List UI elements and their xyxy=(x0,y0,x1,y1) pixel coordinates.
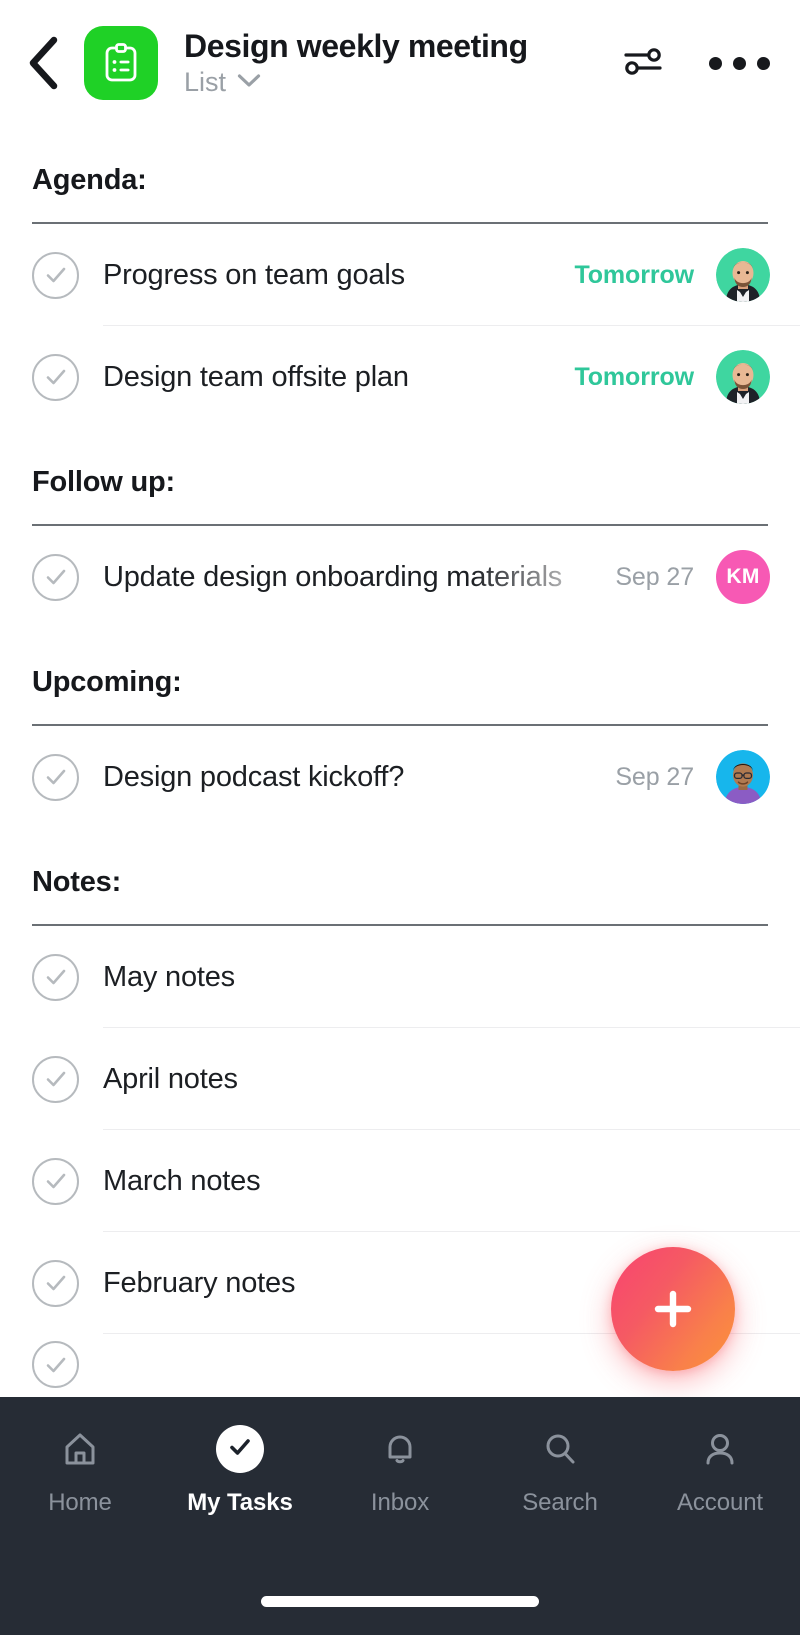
task-due-date: Sep 27 xyxy=(615,762,694,791)
task-due-date: Tomorrow xyxy=(574,260,694,289)
avatar[interactable] xyxy=(716,750,770,804)
task-title: April notes xyxy=(103,1062,238,1095)
task-checkbox[interactable] xyxy=(32,1341,79,1388)
chevron-left-icon xyxy=(26,35,60,91)
check-circle-icon xyxy=(43,262,69,288)
task-title: May notes xyxy=(103,960,235,993)
task-due-date: Sep 27 xyxy=(615,562,694,591)
task-title: Update design onboarding materials xyxy=(103,560,563,593)
table-row[interactable]: Design team offsite plan Tomorrow xyxy=(0,326,800,428)
header-title-block: Design weekly meeting List xyxy=(184,28,607,97)
task-checkbox[interactable] xyxy=(32,251,79,299)
nav-label-search: Search xyxy=(522,1489,598,1516)
clipboard-list-icon xyxy=(99,41,143,85)
nav-item-inbox[interactable]: Inbox xyxy=(323,1423,477,1517)
person-icon xyxy=(697,1423,743,1475)
task-checkbox[interactable] xyxy=(32,1157,79,1205)
task-checkbox[interactable] xyxy=(32,953,79,1001)
task-checkbox[interactable] xyxy=(32,553,79,601)
table-row[interactable]: March notes xyxy=(0,1130,800,1232)
nav-label-inbox: Inbox xyxy=(370,1489,430,1516)
check-circle-icon xyxy=(43,1168,69,1194)
section-heading-agenda: Agenda: xyxy=(32,164,147,196)
section-heading-notes: Notes: xyxy=(32,866,122,898)
nav-item-home[interactable]: Home xyxy=(3,1423,157,1517)
bottom-navigation: Home My Tasks Inbox Search Account xyxy=(0,1397,800,1635)
header-actions xyxy=(621,39,770,88)
check-circle-icon xyxy=(43,364,69,390)
task-checkbox[interactable] xyxy=(32,1259,79,1307)
table-row[interactable]: Update design onboarding materials Sep 2… xyxy=(0,526,800,628)
app-header: Design weekly meeting List xyxy=(0,0,800,126)
nav-item-search[interactable]: Search xyxy=(483,1423,637,1517)
home-icon xyxy=(57,1423,103,1475)
check-circle-icon xyxy=(43,1270,69,1296)
nav-label-my-tasks: My Tasks xyxy=(187,1489,293,1516)
check-circle-icon xyxy=(43,564,69,590)
task-checkbox[interactable] xyxy=(32,1055,79,1103)
table-row[interactable]: Design podcast kickoff? Sep 27 xyxy=(0,726,800,828)
add-task-fab[interactable] xyxy=(611,1247,735,1371)
nav-label-account: Account xyxy=(676,1489,764,1516)
task-title: Design team offsite plan xyxy=(103,360,409,393)
section-heading-upcoming: Upcoming: xyxy=(32,666,182,698)
nav-item-my-tasks[interactable]: My Tasks xyxy=(163,1423,317,1517)
view-label: List xyxy=(184,67,227,98)
task-due-date: Tomorrow xyxy=(574,362,694,391)
task-title: March notes xyxy=(103,1164,261,1197)
table-row[interactable]: Progress on team goals Tomorrow xyxy=(0,224,800,326)
bell-icon xyxy=(377,1423,423,1475)
nav-label-home: Home xyxy=(48,1489,112,1516)
avatar-initials: KM xyxy=(726,565,760,588)
plus-icon xyxy=(646,1282,700,1336)
task-checkbox[interactable] xyxy=(32,353,79,401)
table-row[interactable]: April notes xyxy=(0,1028,800,1130)
avatar[interactable] xyxy=(716,248,770,302)
more-options-button[interactable] xyxy=(709,56,770,70)
avatar[interactable] xyxy=(716,350,770,404)
page-title: Design weekly meeting xyxy=(184,28,528,65)
active-tab-badge xyxy=(216,1425,264,1473)
project-icon[interactable] xyxy=(84,26,158,100)
chevron-down-icon xyxy=(237,73,261,93)
check-circle-icon xyxy=(43,964,69,990)
filter-button[interactable] xyxy=(621,39,665,88)
avatar[interactable]: KM xyxy=(716,550,770,604)
nav-item-account[interactable]: Account xyxy=(643,1423,797,1517)
check-circle-icon xyxy=(43,1352,69,1378)
search-icon xyxy=(537,1423,583,1475)
check-icon xyxy=(226,1433,254,1466)
task-title: Progress on team goals xyxy=(103,258,405,291)
table-row[interactable]: May notes xyxy=(0,926,800,1028)
task-checkbox[interactable] xyxy=(32,753,79,801)
section-heading-follow-up: Follow up: xyxy=(32,466,175,498)
app-screen: Design weekly meeting List Agenda: Progr… xyxy=(0,0,800,1635)
check-circle-icon xyxy=(43,1066,69,1092)
filter-sliders-icon xyxy=(621,39,665,88)
home-indicator xyxy=(261,1596,539,1607)
back-button[interactable] xyxy=(26,35,74,91)
check-circle-icon xyxy=(43,764,69,790)
task-title: Design podcast kickoff? xyxy=(103,760,405,793)
view-switcher[interactable]: List xyxy=(184,67,607,98)
more-horizontal-icon xyxy=(709,56,770,70)
